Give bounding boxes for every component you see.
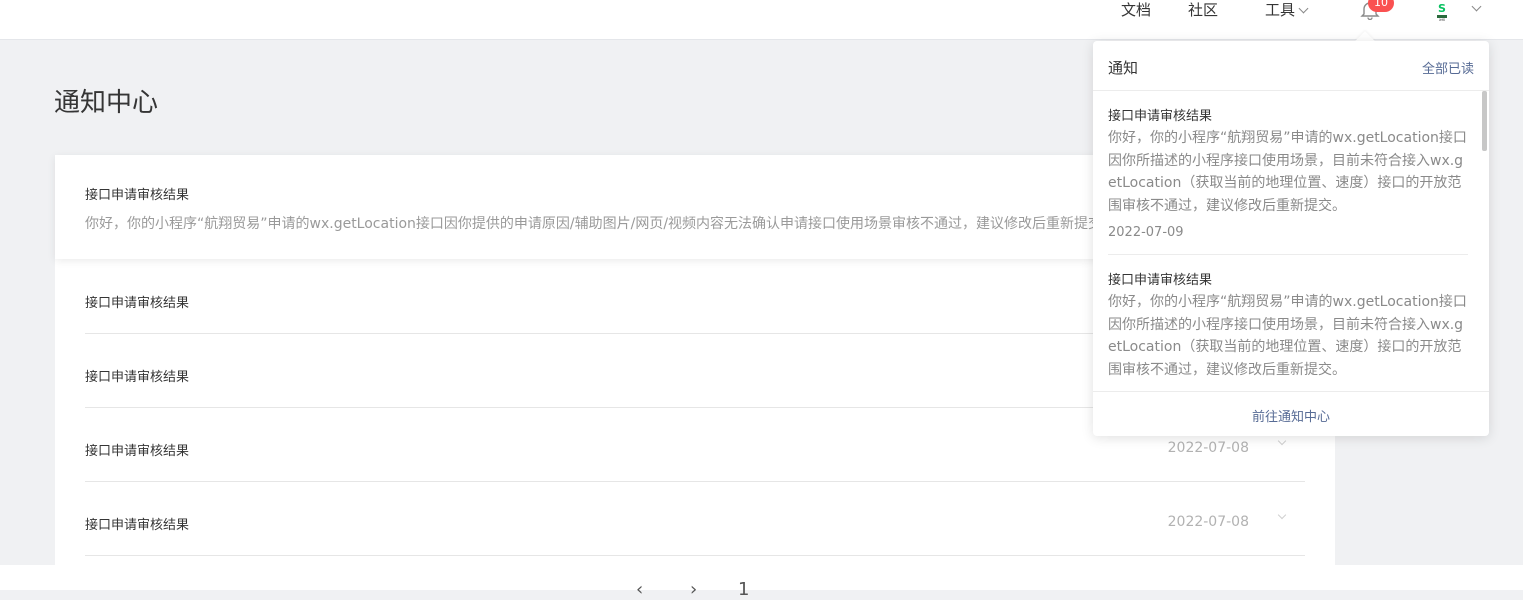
notification-title: 接口申请审核结果 bbox=[1108, 273, 1213, 288]
popover-title: 通知 bbox=[1108, 59, 1139, 77]
message-date: 2022-07-08 bbox=[1167, 440, 1249, 456]
notification-date: 2022-07-09 bbox=[1108, 225, 1184, 240]
message-body: 你好，你的小程序“航翔贸易”申请的wx.getLocation接口因你提供的申请… bbox=[85, 216, 1117, 232]
notification-count-badge: 10 bbox=[1368, 0, 1394, 12]
notification-body: 你好，你的小程序“航翔贸易”申请的wx.getLocation接口因你所描述的小… bbox=[1108, 130, 1467, 214]
avatar-caption: 航翔 bbox=[1439, 17, 1445, 21]
nav-tools-label: 工具 bbox=[1265, 1, 1296, 19]
message-title: 接口申请审核结果 bbox=[85, 188, 190, 203]
notification-item[interactable]: 接口申请审核结果 你好，你的小程序“航翔贸易”申请的wx.getLocation… bbox=[1108, 92, 1468, 255]
mark-all-read-link[interactable]: 全部已读 bbox=[1422, 58, 1474, 77]
message-title: 接口申请审核结果 bbox=[85, 518, 190, 533]
message-title: 接口申请审核结果 bbox=[85, 444, 190, 459]
page-title: 通知中心 bbox=[54, 88, 159, 118]
nav-tools-menu[interactable]: 工具 bbox=[1265, 0, 1309, 20]
chevron-down-icon[interactable] bbox=[1277, 510, 1287, 520]
chevron-down-icon[interactable] bbox=[1471, 1, 1482, 12]
notification-popover: 通知 全部已读 接口申请审核结果 你好，你的小程序“航翔贸易”申请的wx.get… bbox=[1093, 41, 1489, 436]
notification-item[interactable]: 接口申请审核结果 你好，你的小程序“航翔贸易”申请的wx.getLocation… bbox=[1108, 256, 1468, 391]
account-logo-icon: S 航翔 bbox=[1436, 2, 1448, 21]
pagination: ‹ › 1 bbox=[0, 565, 1523, 600]
nav-docs-link[interactable]: 文档 bbox=[1121, 0, 1151, 20]
message-date: 2022-07-08 bbox=[1167, 514, 1249, 530]
notification-body: 你好，你的小程序“航翔贸易”申请的wx.getLocation接口因你所描述的小… bbox=[1108, 294, 1467, 378]
notification-title: 接口申请审核结果 bbox=[1108, 109, 1213, 124]
top-navigation-bar: 文档 社区 工具 10 S 航翔 bbox=[0, 0, 1523, 40]
chevron-down-icon bbox=[1298, 3, 1309, 14]
go-to-notification-center-link[interactable]: 前往通知中心 bbox=[1252, 410, 1330, 425]
popover-notification-list[interactable]: 接口申请审核结果 你好，你的小程序“航翔贸易”申请的wx.getLocation… bbox=[1093, 92, 1489, 391]
message-title: 接口申请审核结果 bbox=[85, 370, 190, 385]
popover-header: 通知 全部已读 bbox=[1093, 41, 1489, 91]
avatar[interactable]: S 航翔 bbox=[1432, 1, 1452, 21]
nav-community-link[interactable]: 社区 bbox=[1188, 0, 1218, 20]
popover-footer: 前往通知中心 bbox=[1093, 391, 1489, 436]
list-item[interactable]: 接口申请审核结果 2022-07-08 bbox=[85, 482, 1305, 556]
popover-scrollbar[interactable] bbox=[1482, 91, 1487, 151]
avatar-letter: S bbox=[1438, 2, 1446, 15]
chevron-down-icon[interactable] bbox=[1277, 436, 1287, 446]
message-title: 接口申请审核结果 bbox=[85, 296, 190, 311]
